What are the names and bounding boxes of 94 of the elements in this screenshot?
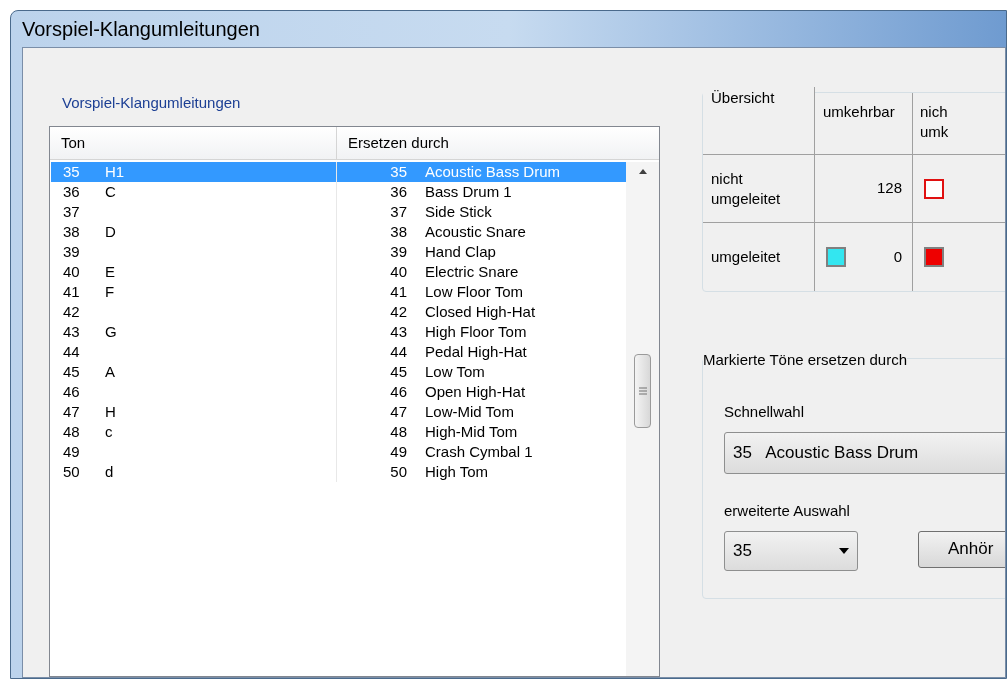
- tone-number: 39: [62, 241, 81, 262]
- tone-number: 42: [62, 301, 81, 322]
- replacement-name: Crash Cymbal 1: [424, 441, 533, 462]
- tone-number: 36: [62, 181, 81, 202]
- dropdown-caret-icon: [839, 547, 849, 554]
- replacement-name: Low-Mid Tom: [424, 401, 514, 422]
- count-value: 0: [893, 246, 902, 267]
- scroll-up-icon[interactable]: [637, 168, 648, 174]
- list-row[interactable]: 38 D 38 Acoustic Snare: [51, 222, 626, 242]
- list-row[interactable]: 48 c 48 High-Mid Tom: [51, 422, 626, 442]
- replacement-number: 39: [389, 241, 407, 262]
- replacement-name: High Floor Tom: [424, 321, 527, 342]
- replacement-name: Hand Clap: [424, 241, 496, 262]
- list-row[interactable]: 43 G 43 High Floor Tom: [51, 322, 626, 342]
- replacement-name: Closed High-Hat: [424, 301, 536, 322]
- replacement-number: 47: [389, 401, 407, 422]
- tone-note: G: [105, 321, 117, 342]
- list-row[interactable]: 44 44 Pedal High-Hat: [51, 342, 626, 362]
- scrollbar[interactable]: [626, 162, 659, 676]
- tone-number: 49: [62, 441, 81, 462]
- tone-number: 37: [62, 201, 81, 222]
- replacement-name: Acoustic Snare: [424, 221, 526, 242]
- replacement-number: 41: [389, 281, 407, 302]
- replacement-number: 42: [389, 301, 407, 322]
- replacement-number: 46: [389, 381, 407, 402]
- field-label: Schnellwahl: [724, 401, 806, 422]
- replacement-name: Side Stick: [424, 201, 492, 222]
- row-label: nicht umgeleitet: [703, 155, 815, 222]
- tone-number: 47: [62, 401, 81, 422]
- replacement-number: 38: [389, 221, 407, 242]
- replacement-name: Low Tom: [424, 361, 485, 382]
- tone-note: F: [105, 281, 115, 302]
- tone-note: A: [105, 361, 115, 382]
- grip-icon: [638, 387, 647, 395]
- tone-number: 38: [62, 221, 81, 242]
- list-row[interactable]: 42 42 Closed High-Hat: [51, 302, 626, 322]
- column-header[interactable]: Ton: [50, 127, 337, 159]
- group-title: Vorspiel-Klangumleitungen: [62, 93, 241, 112]
- scrollbar-thumb[interactable]: [634, 354, 651, 428]
- field-label: erweiterte Auswahl: [724, 501, 851, 521]
- replacement-name: Pedal High-Hat: [424, 341, 527, 362]
- replacement-number: 43: [389, 321, 407, 342]
- replacement-name: High-Mid Tom: [424, 421, 518, 442]
- replacement-name: Open High-Hat: [424, 381, 526, 402]
- replacement-number: 37: [389, 201, 407, 222]
- list-row[interactable]: 40 E 40 Electric Snare: [51, 262, 626, 282]
- replacement-number: 35: [389, 161, 407, 182]
- list-row[interactable]: 37 37 Side Stick: [51, 202, 626, 222]
- count-value: 128: [876, 178, 902, 199]
- column-header[interactable]: Ersetzen durch: [337, 127, 659, 159]
- replacement-number: 40: [389, 261, 407, 282]
- row-label: umgeleitet: [703, 223, 815, 291]
- replacement-name: Bass Drum 1: [424, 181, 512, 202]
- tone-number: 48: [62, 421, 81, 442]
- tone-number: 40: [62, 261, 81, 282]
- list-row[interactable]: 36 C 36 Bass Drum 1: [51, 182, 626, 202]
- list-row[interactable]: 41 F 41 Low Floor Tom: [51, 282, 626, 302]
- tone-number: 41: [62, 281, 81, 302]
- overview-title: Übersicht: [703, 87, 815, 154]
- tone-number: 45: [62, 361, 81, 382]
- list-row[interactable]: 46 46 Open High-Hat: [51, 382, 626, 402]
- list-row[interactable]: 45 A 45 Low Tom: [51, 362, 626, 382]
- replacement-name: High Tom: [424, 461, 489, 482]
- tone-number: 50: [62, 461, 81, 482]
- list-row[interactable]: 47 H 47 Low-Mid Tom: [51, 402, 626, 422]
- column-header: nich umk: [919, 102, 950, 142]
- tone-note: H: [105, 401, 116, 422]
- replacement-number: 45: [389, 361, 407, 382]
- tone-note: c: [105, 421, 113, 442]
- window-title: Vorspiel-Klangumleitungen: [22, 17, 260, 42]
- extended-select-dropdown[interactable]: 35: [724, 530, 858, 571]
- tone-note: C: [105, 181, 116, 202]
- replacement-number: 48: [389, 421, 407, 442]
- list-row[interactable]: 39 39 Hand Clap: [51, 242, 626, 262]
- replacement-name: Acoustic Bass Drum: [424, 161, 561, 182]
- replacement-name: Electric Snare: [424, 261, 519, 282]
- tone-note: D: [105, 221, 116, 242]
- replacement-number: 50: [389, 461, 407, 482]
- list-row[interactable]: 49 49 Crash Cymbal 1: [51, 442, 626, 462]
- replacement-number: 49: [389, 441, 407, 462]
- listen-button[interactable]: Anhör: [918, 530, 1005, 568]
- replacement-number: 36: [389, 181, 407, 202]
- replacement-name: Low Floor Tom: [424, 281, 524, 302]
- tone-note: E: [105, 261, 115, 282]
- tone-number: 44: [62, 341, 81, 362]
- tone-number: 46: [62, 381, 81, 402]
- replacement-number: 44: [389, 341, 407, 362]
- tone-number: 43: [62, 321, 81, 342]
- quick-select-dropdown[interactable]: 35 Acoustic Bass Drum: [724, 432, 1005, 474]
- tone-number: 35: [62, 161, 81, 182]
- column-header: umkehrbar: [815, 93, 913, 154]
- list-row[interactable]: 50 d 50 High Tom: [51, 462, 626, 482]
- tone-note: d: [105, 461, 114, 482]
- tone-note: H1: [105, 161, 125, 182]
